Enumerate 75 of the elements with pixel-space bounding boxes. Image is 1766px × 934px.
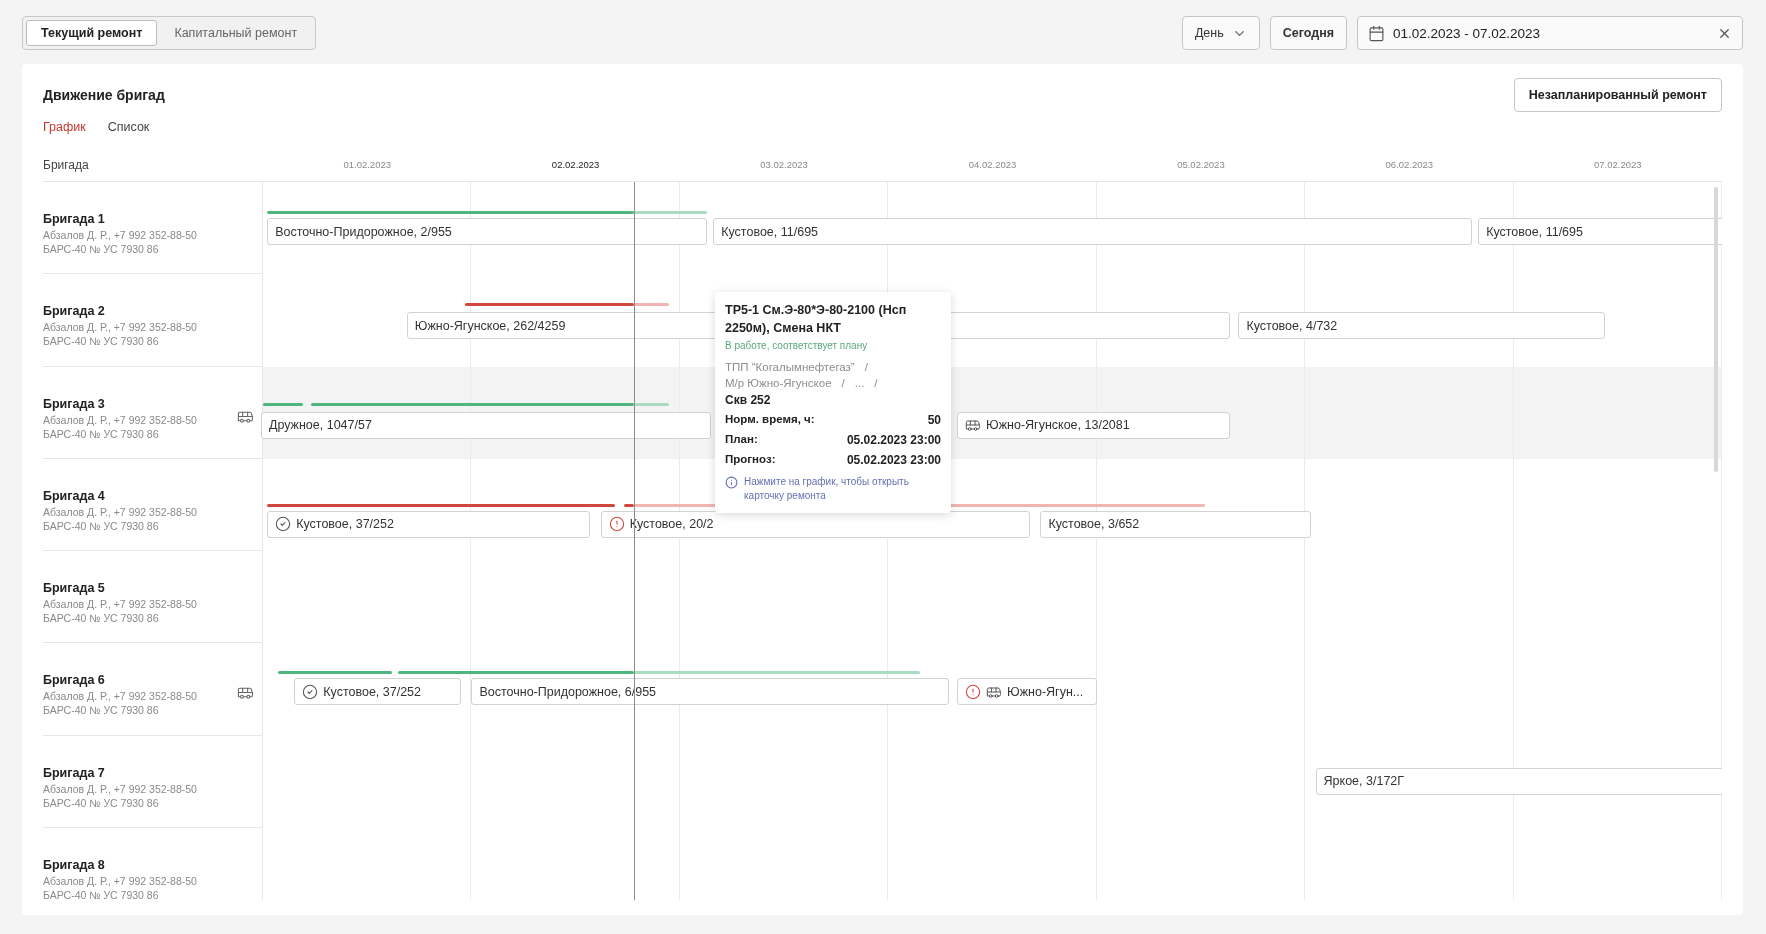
alert-icon — [965, 684, 982, 700]
column-header: Бригада — [43, 157, 89, 172]
crew-vehicle: БАРС-40 № УС 7930 86 — [43, 427, 160, 440]
check-circle-icon — [275, 516, 292, 533]
panel-title: Движение бригад — [43, 87, 165, 103]
crew-contact: Абзалов Д. Р., +7 992 352-88-50 — [43, 598, 197, 611]
crew-contact: Абзалов Д. Р., +7 992 352-88-50 — [43, 229, 197, 241]
crew-name: Бригада 6 — [43, 673, 106, 688]
path-separator: / — [841, 377, 845, 389]
tooltip-status: В работе, соответствует плану — [725, 340, 869, 351]
path-separator: / — [864, 361, 868, 373]
view-tab[interactable]: Список — [107, 120, 150, 134]
repair-block[interactable]: Южно-Ягун... — [957, 678, 1097, 706]
unplanned-repair-button[interactable]: Незапланированный ремонт — [1513, 78, 1722, 112]
date-label: 06.02.2023 — [1385, 159, 1434, 170]
scrollbar-thumb[interactable] — [1714, 187, 1718, 472]
crew-name: Бригада 7 — [43, 765, 106, 780]
crew-contact: Абзалов Д. Р., +7 992 352-88-50 — [43, 875, 197, 888]
crew-contact: Абзалов Д. Р., +7 992 352-88-50 — [43, 505, 197, 518]
path-item: ... — [854, 377, 865, 389]
crew-contact: Абзалов Д. Р., +7 992 352-88-50 — [43, 782, 197, 795]
crew-vehicle: БАРС-40 № УС 7930 86 — [43, 519, 160, 532]
repair-type-tab[interactable]: Капитальный ремонт — [159, 20, 313, 46]
repair-block[interactable]: Кустовое, 37/252 — [294, 678, 461, 706]
crew-vehicle: БАРС-40 № УС 7930 86 — [43, 704, 160, 717]
field-value: 50 — [927, 413, 941, 427]
check-circle-icon — [302, 684, 319, 700]
date-label: 07.02.2023 — [1594, 159, 1642, 170]
crew-name: Бригада 2 — [43, 304, 106, 319]
field-label: План: — [725, 433, 758, 447]
crew-vehicle: БАРС-40 № УС 7930 86 — [43, 889, 160, 900]
today-button[interactable]: Сегодня — [1269, 16, 1347, 50]
crew-contact: Абзалов Д. Р., +7 992 352-88-50 — [43, 413, 197, 426]
view-tab[interactable]: График — [43, 120, 86, 134]
tooltip-hint: Нажмите на график, чтобы открыть карточку ремонта — [744, 475, 910, 503]
crew-name: Бригада 8 — [43, 858, 106, 873]
field-value: 05.02.2023 23:00 — [846, 453, 941, 467]
info-icon — [725, 476, 738, 489]
crew-contact: Абзалов Д. Р., +7 992 352-88-50 — [43, 690, 197, 703]
repair-block[interactable]: Дружное, 1047/57 — [260, 411, 712, 439]
repair-type-tab[interactable]: Текущий ремонт — [26, 20, 158, 46]
date-label: 05.02.2023 — [1177, 159, 1225, 170]
date-label: 04.02.2023 — [968, 159, 1017, 170]
repair-block[interactable]: Кустовое, 3/652 — [1040, 510, 1312, 538]
date-range-value: 01.02.2023 - 07.02.2023 — [1393, 25, 1542, 41]
crew-name: Бригада 4 — [43, 488, 106, 503]
path-separator: / — [874, 377, 878, 389]
repair-block[interactable]: Южно-Ягунское, 13/2081 — [957, 411, 1231, 439]
crew-vehicle: БАРС-40 № УС 7930 86 — [43, 335, 160, 348]
date-range-field[interactable]: 01.02.2023 - 07.02.2023 — [1357, 16, 1743, 50]
field-label: Прогноз: — [725, 453, 776, 467]
crew-vehicle: БАРС-40 № УС 7930 86 — [43, 796, 160, 809]
crew-contact: Абзалов Д. Р., +7 992 352-88-50 — [43, 321, 197, 334]
repair-block[interactable]: Кустовое, 37/252 — [267, 510, 591, 538]
scale-select[interactable]: День — [1181, 16, 1260, 50]
repair-block[interactable]: Кустовое, 11/695 — [1478, 218, 1722, 245]
date-label: 01.02.2023 — [343, 159, 391, 170]
date-label: 02.02.2023 — [551, 159, 600, 170]
date-label: 03.02.2023 — [760, 159, 808, 170]
repair-block[interactable]: Восточно-Придорожное, 2/955 — [267, 218, 707, 245]
well-name: Скв 252 — [725, 393, 772, 407]
path-item: М/р Южно-Ягунское — [725, 377, 832, 389]
repair-block[interactable]: Кустовое, 4/732 — [1238, 312, 1606, 340]
crew-vehicle: БАРС-40 № УС 7930 86 — [43, 612, 160, 625]
path-item: ТПП “Когалымнефтегаз” — [725, 361, 855, 373]
calendar-icon — [1368, 24, 1385, 42]
repair-block[interactable]: Яркое, 3/172Г — [1315, 767, 1722, 795]
repair-block[interactable]: Кустовое, 11/695 — [713, 218, 1472, 245]
crew-name: Бригада 1 — [43, 212, 106, 226]
field-value: 05.02.2023 23:00 — [846, 433, 941, 447]
crew-vehicle: БАРС-40 № УС 7930 86 — [43, 243, 160, 255]
alert-icon — [608, 516, 625, 533]
crew-name: Бригада 5 — [43, 581, 106, 596]
crew-name: Бригада 3 — [43, 396, 106, 411]
field-label: Норм. время, ч: — [725, 413, 815, 427]
